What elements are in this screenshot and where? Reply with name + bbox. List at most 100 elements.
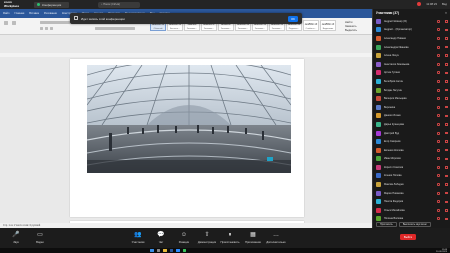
video-off-icon	[445, 88, 448, 92]
participant-row[interactable]: Дарья Кузнецова	[373, 120, 450, 129]
recording-notice-text: Идет запись этой конференции	[81, 16, 125, 21]
participant-name: Белобров Антон	[384, 79, 403, 83]
participant-row[interactable]: Максим Лебедев	[373, 180, 450, 189]
toolbar-label: Участники	[131, 241, 145, 244]
participant-row[interactable]: Евгения Козлова	[373, 146, 450, 155]
toolbar-label: Звук	[13, 241, 19, 244]
participant-name: Валерия Мальцева	[384, 97, 407, 101]
style-name: Заголово…	[254, 28, 266, 30]
conference-tab[interactable]: Конференция	[34, 1, 69, 8]
participant-row[interactable]: Даниил Исаев	[373, 112, 450, 121]
muted-microphone-icon	[437, 217, 440, 221]
participant-row[interactable]: Егор Смирнов	[373, 137, 450, 146]
close-icon[interactable]: ×	[445, 11, 447, 15]
participant-row[interactable]: Валерия Мальцева	[373, 94, 450, 103]
style-option[interactable]: AaBbCcI Слабое в…	[303, 20, 319, 31]
style-name: Выделение	[322, 28, 334, 30]
video-off-icon	[445, 105, 448, 109]
muted-microphone-icon	[437, 165, 440, 169]
ok-button[interactable]: OK	[288, 15, 298, 22]
logo-line-2: Workplace	[4, 3, 20, 8]
participant-row[interactable]: Кирилл Соколов	[373, 163, 450, 172]
zoom-icon[interactable]	[176, 248, 180, 253]
muted-microphone-icon	[437, 191, 440, 195]
video-button[interactable]: ▭ Видео	[27, 232, 53, 244]
underline-icon[interactable]	[50, 27, 53, 30]
document-page[interactable]	[70, 59, 304, 217]
top-right-controls: 11:08:23 Вид	[417, 1, 447, 6]
avatar	[376, 207, 381, 213]
video-off-icon	[445, 97, 448, 100]
participant-name: Богдан Лагутин	[384, 88, 402, 92]
participant-row[interactable]: Ольга Михайлова	[373, 206, 450, 215]
participant-row[interactable]: Белобров Антон	[373, 77, 450, 86]
style-name: Слабое в…	[305, 28, 317, 30]
participant-row[interactable]: Иван Морозов	[373, 155, 450, 164]
avatar	[376, 96, 381, 102]
participant-row[interactable]: Ксения Попова	[373, 172, 450, 181]
participant-name: Иван Морозов	[384, 157, 401, 161]
participant-row[interactable]: Александр Пивнев	[373, 34, 450, 43]
italic-icon[interactable]	[45, 27, 48, 30]
participant-row[interactable]: Никита Федоров	[373, 197, 450, 206]
conference-tab-label: Конференция	[42, 2, 62, 7]
participant-row[interactable]: Мария Новикова	[373, 189, 450, 198]
ribbon-tab[interactable]: Рисование	[44, 12, 57, 15]
more-button[interactable]: … Дополнительно	[263, 232, 289, 244]
microphone-button[interactable]: 🎤 Звук	[3, 232, 29, 244]
style-option[interactable]: AaBbCcI Выделение	[320, 20, 336, 31]
participant-row[interactable]: Богдан Лагутин	[373, 86, 450, 95]
alignment-controls[interactable]	[95, 27, 135, 30]
recording-icon	[417, 1, 422, 6]
taskbar-search-icon[interactable]	[156, 248, 160, 253]
word-icon[interactable]	[169, 248, 173, 253]
participants-title: Участники (37)	[376, 11, 399, 15]
participant-row[interactable]: Алена Лизун	[373, 51, 450, 60]
participant-row[interactable]: Анастасия Зиновьева	[373, 60, 450, 69]
ribbon-tab[interactable]: Главная	[14, 12, 24, 15]
participant-row[interactable]: Андрей... (Организатор)	[373, 26, 450, 35]
participant-row[interactable]: Вероника	[373, 103, 450, 112]
ribbon-tab[interactable]: Вставка	[29, 12, 39, 15]
muted-microphone-icon	[437, 97, 440, 101]
participant-name: Андрей... (Организатор)	[384, 28, 412, 32]
muted-microphone-icon	[437, 54, 440, 58]
participant-name: Ольга Михайлова	[384, 208, 405, 212]
avatar	[376, 164, 381, 170]
participant-name: Дмитрий Вуд	[384, 131, 400, 135]
toolbar-label: Демонстрация	[197, 241, 217, 244]
shared-word-window: ФайлГлавнаяВставкаРисованиеКонструкторМа…	[0, 9, 372, 228]
invite-button[interactable]: Пригласить	[376, 222, 397, 227]
video-off-icon	[445, 20, 448, 23]
toolbar-label: Реакции	[178, 241, 190, 244]
participant-row[interactable]: Александра Иванова	[373, 43, 450, 52]
paste-icon[interactable]	[4, 21, 8, 25]
font-name-select[interactable]	[40, 21, 70, 24]
recording-notification: Идет запись этой конференции OK	[70, 13, 302, 24]
browser-icon[interactable]	[182, 248, 186, 253]
participant-name: Алена Лизун	[384, 54, 399, 58]
toolbar-label: Приостановить	[220, 241, 240, 244]
avatar	[376, 53, 381, 59]
avatar	[376, 190, 381, 196]
mute-all-button[interactable]: Выключить звук всем	[398, 222, 431, 227]
reichstag-dome-image	[87, 65, 291, 173]
leave-button[interactable]: Выйти	[400, 234, 416, 240]
avatar	[376, 173, 381, 179]
video-off-icon	[445, 174, 448, 178]
participant-name: Максим Лебедев	[384, 183, 404, 187]
cut-icon[interactable]	[12, 21, 16, 25]
select-button[interactable]: Выделить	[345, 29, 357, 33]
participant-name: Полина Волкова	[384, 217, 404, 221]
video-off-icon	[445, 183, 448, 186]
participant-row[interactable]: Андрей Жовнир (Я)	[373, 17, 450, 26]
ribbon-tab[interactable]: Файл	[3, 12, 9, 15]
participant-row[interactable]: Артем Гуляев	[373, 69, 450, 78]
participant-row[interactable]: Дмитрий Вуд	[373, 129, 450, 138]
start-icon[interactable]	[150, 248, 154, 253]
bold-icon[interactable]	[40, 27, 43, 30]
explorer-icon[interactable]	[163, 248, 167, 253]
search-input[interactable]: ⌕ Поиск (Ctrl+E)	[98, 1, 140, 8]
view-button[interactable]: Вид	[442, 2, 447, 6]
muted-microphone-icon	[437, 148, 440, 152]
